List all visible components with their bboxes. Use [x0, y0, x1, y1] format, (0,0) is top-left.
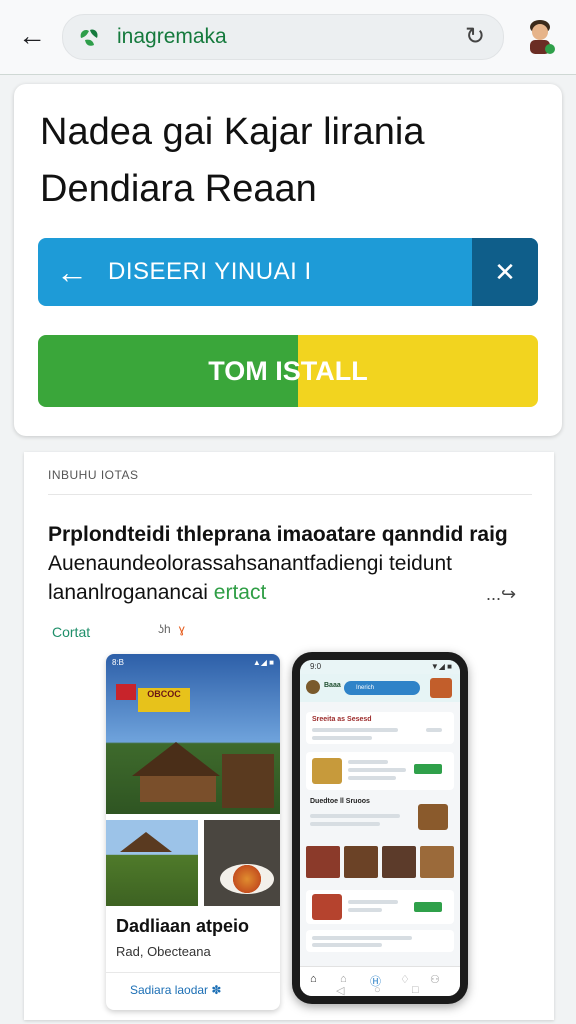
reload-icon[interactable]: ↻ [459, 21, 491, 53]
back-arrow-icon[interactable]: ← [14, 18, 50, 54]
system-recents-icon[interactable]: □ [412, 984, 419, 996]
phone-card-4[interactable] [306, 890, 454, 924]
text-placeholder [312, 736, 372, 740]
status-bar: 8:B ▲◢ ■ [112, 658, 274, 667]
phone-card-2[interactable] [306, 752, 454, 790]
text-placeholder [348, 760, 388, 764]
avatar-icon[interactable] [523, 16, 557, 56]
close-icon[interactable]: ✕ [472, 238, 538, 306]
house-side [222, 754, 274, 808]
article-link[interactable]: ertact [214, 581, 267, 604]
house-body [140, 776, 216, 802]
phone-search-input[interactable]: Inerich [344, 681, 420, 695]
section-label: INBUHU IOTAS [48, 468, 139, 482]
text-placeholder [310, 822, 380, 826]
phone-card-3[interactable] [306, 804, 454, 836]
status-icons: ▲◢ ■ [252, 658, 274, 667]
title-line-2: Dendiara Reaan [40, 168, 317, 210]
text-placeholder [348, 900, 398, 904]
article-line-3-text: lananlroganancai [48, 581, 214, 604]
people-image [312, 894, 342, 920]
article-text: Prplondteidi thleprana imaoatare qanndid… [48, 520, 538, 607]
info-banner[interactable]: ← DISEERI YINUAI I ✕ [38, 238, 538, 306]
people-photo-1[interactable] [306, 846, 340, 878]
article-line-2: Auenaundeolorassahsanantfadiengi teidunt [48, 552, 452, 575]
phone-profile-thumb[interactable] [430, 678, 452, 698]
hero-card: Nadea gai Kajar lirania Dendiara Reaan ←… [14, 84, 562, 436]
poster-banner: OBCOC [138, 688, 190, 712]
title-line-1: Nadea gai Kajar lirania [40, 111, 425, 153]
green-button[interactable] [414, 902, 442, 912]
status-time: 8:B [112, 658, 125, 667]
hut-shape [120, 832, 172, 852]
phone-section-title: Duedtoe ll Sruoos [310, 798, 370, 805]
phone-status-bar: 9:0 ▼◢ ■ [300, 660, 460, 674]
favorite-icon[interactable]: ♢ [400, 973, 410, 986]
mockup-footer-link[interactable]: Sadiara laodar ✽ [130, 983, 221, 997]
mockup-title: Dadliaan atpeio [116, 916, 250, 936]
home-icon[interactable]: ⌂ [310, 973, 317, 985]
article-card: INBUHU IOTAS Prplondteidi thleprana imao… [24, 452, 554, 1020]
translate-icon[interactable]: ʖh [158, 622, 171, 636]
url-text: inagremaka [117, 25, 227, 48]
site-logo-icon [80, 29, 98, 46]
food-plate [220, 864, 274, 894]
village-thumbnail[interactable] [106, 820, 198, 906]
tag-icon[interactable]: ɣ [179, 622, 185, 636]
green-button[interactable] [414, 764, 442, 774]
text-placeholder [310, 814, 400, 818]
article-line-1: Prplondteidi thleprana imaoatare qanndid… [48, 523, 508, 546]
house-photo: 8:B ▲◢ ■ OBCOC [106, 654, 280, 814]
phone-card-1-title: Sreeita as Sesesd [312, 716, 372, 723]
food-thumbnail[interactable] [204, 820, 280, 906]
mini-icons: ʖh ɣ [158, 622, 185, 636]
system-back-icon[interactable]: ◁ [336, 984, 344, 997]
text-placeholder [312, 943, 382, 947]
house-roof [132, 742, 220, 776]
install-button[interactable]: TOM ISTALL [38, 335, 538, 407]
text-placeholder [348, 908, 382, 912]
phone-status-icons: ▼◢ ■ [430, 662, 452, 671]
phone-brand: Baaa [324, 682, 341, 689]
contact-link[interactable]: Cortat [52, 624, 90, 640]
banner-text: DISEERI YINUAI I [108, 258, 312, 285]
mockup-subtitle: Rad, Obecteana [116, 944, 211, 959]
phone-logo-icon [306, 680, 320, 694]
food-image [418, 804, 448, 830]
people-photo-4[interactable] [420, 846, 454, 878]
system-home-icon[interactable]: ○ [374, 984, 381, 996]
banner-back-arrow-icon[interactable]: ← [56, 238, 88, 306]
phone-mockup[interactable]: 9:0 ▼◢ ■ Baaa Inerich Sreeita as Sesesd [292, 652, 468, 1004]
mockup-footer: Sadiara laodar ✽ [106, 972, 280, 1010]
food-image [312, 758, 342, 784]
text-placeholder [312, 936, 412, 940]
phone-header: Baaa Inerich [300, 674, 460, 702]
app-screenshot-left[interactable]: 8:B ▲◢ ■ OBCOC Dadliaan atpeio Rad, Obec… [106, 654, 280, 1010]
text-placeholder [312, 728, 398, 732]
text-placeholder [348, 768, 406, 772]
install-button-label: TOM ISTALL [208, 356, 368, 386]
phone-card-1[interactable]: Sreeita as Sesesd [306, 712, 454, 744]
phone-card-5[interactable] [306, 930, 454, 952]
people-photo-2[interactable] [344, 846, 378, 878]
divider [48, 494, 532, 495]
text-placeholder [348, 776, 396, 780]
share-icon[interactable]: ...↪ [486, 584, 516, 605]
people-photo-3[interactable] [382, 846, 416, 878]
text-placeholder [426, 728, 442, 732]
phone-status-time: 9:0 [310, 662, 322, 671]
profile-icon[interactable]: ⚇ [430, 973, 440, 986]
browser-toolbar: ← inagremaka ↻ [0, 0, 576, 75]
phone-screen: 9:0 ▼◢ ■ Baaa Inerich Sreeita as Sesesd [300, 660, 460, 996]
article-line-3: lananlroganancai ertact [48, 578, 538, 607]
address-bar[interactable]: inagremaka ↻ [62, 14, 504, 60]
page-title: Nadea gai Kajar lirania Dendiara Reaan [40, 104, 540, 218]
logo-badge [116, 684, 136, 700]
